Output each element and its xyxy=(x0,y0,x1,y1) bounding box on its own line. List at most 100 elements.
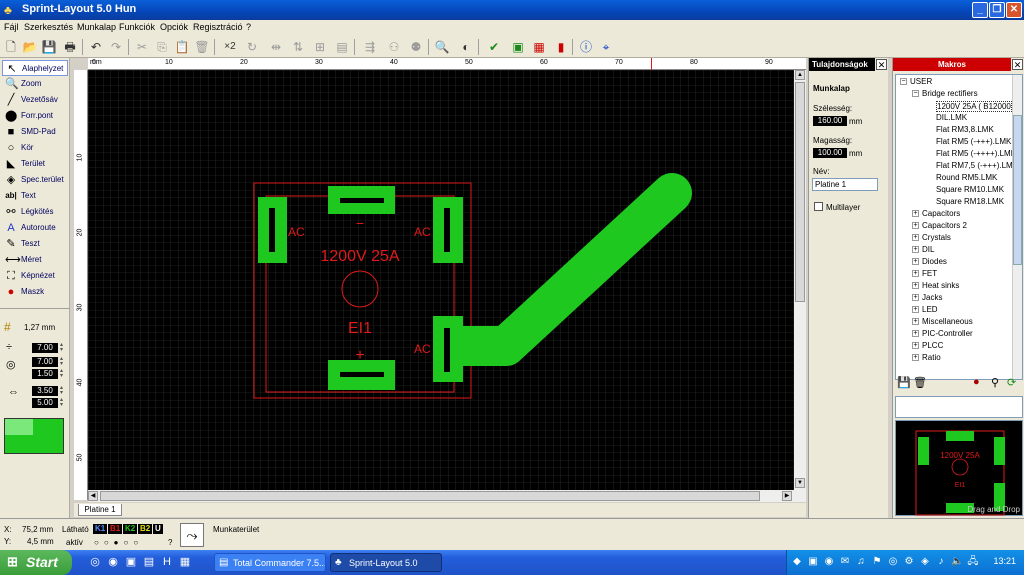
tree-folder[interactable]: Crystals xyxy=(922,233,951,242)
tray-icon[interactable]: ⚑ xyxy=(871,556,883,568)
menu-functions[interactable]: Funkciók xyxy=(119,22,155,32)
tray-icon[interactable]: ◎ xyxy=(887,556,899,568)
grid-icon[interactable]: # xyxy=(4,320,11,334)
tray-icon[interactable]: ◆ xyxy=(791,556,803,568)
horizontal-scrollbar[interactable]: ◀ ▶ xyxy=(88,490,806,502)
minimize-button[interactable]: _ xyxy=(972,2,988,18)
tree-file[interactable]: Flat RM3,8.LMK xyxy=(936,125,994,134)
align-icon[interactable]: ⊞ xyxy=(312,39,328,55)
start-button[interactable]: ⊞ Start xyxy=(0,550,72,575)
network-icon[interactable]: 🖧 xyxy=(967,556,979,568)
tree-file[interactable]: Flat RM7,5 (-+++).LMK xyxy=(936,161,1018,170)
tool-select[interactable]: ↖ Alaphelyzet xyxy=(2,60,68,76)
quicklaunch-desktop-icon[interactable]: ▦ xyxy=(178,555,192,569)
tray-icon[interactable]: ⚙ xyxy=(903,556,915,568)
tool-track[interactable]: ╱ Vezetősáv xyxy=(2,92,68,108)
pcb-layout[interactable]: 1200V 25A EI1 AC AC AC − + xyxy=(88,70,794,490)
tree-folder[interactable]: Ratio xyxy=(922,353,941,362)
tree-folder[interactable]: PLCC xyxy=(922,341,943,350)
smd-width-field[interactable]: 3.50 xyxy=(32,386,58,396)
properties-close-icon[interactable]: ✕ xyxy=(876,59,887,70)
tray-icon[interactable]: ♫ xyxy=(855,556,867,568)
drc-icon[interactable]: ✔ xyxy=(486,39,502,55)
menu-registration[interactable]: Regisztráció xyxy=(193,22,243,32)
height-field[interactable]: 100.00 xyxy=(813,148,847,158)
tree-file[interactable]: Round RM5.LMK xyxy=(936,173,997,182)
ungroup-icon[interactable]: ⚉ xyxy=(408,39,424,55)
sidebar-toggle-icon[interactable]: ▦ xyxy=(531,39,547,55)
menu-edit[interactable]: Szerkesztés xyxy=(24,22,73,32)
tree-folder[interactable]: FET xyxy=(922,269,937,278)
layer-b2[interactable]: B2 xyxy=(138,524,153,534)
macro-delete-icon[interactable]: 🗑 xyxy=(913,376,927,389)
paste-icon[interactable]: 📋 xyxy=(174,39,190,55)
macros-close-icon[interactable]: ✕ xyxy=(1012,59,1023,70)
tool-test[interactable]: ✎ Teszt xyxy=(2,236,68,252)
pcb-canvas[interactable]: 1200V 25A EI1 AC AC AC − + xyxy=(88,70,794,490)
tray-icon[interactable]: ▣ xyxy=(807,556,819,568)
tool-smd-pad[interactable]: ■ SMD-Pad xyxy=(2,124,68,140)
tray-icon[interactable]: ♪ xyxy=(935,556,947,568)
tree-folder[interactable]: Heat sinks xyxy=(922,281,959,290)
tree-file[interactable]: Flat RM5 (-++++).LMK xyxy=(936,149,1016,158)
copper-color-swatch[interactable] xyxy=(4,418,64,454)
layer-k2[interactable]: K2 xyxy=(123,524,138,534)
close-button[interactable]: ✕ xyxy=(1006,2,1022,18)
group-icon-2[interactable]: ⚇ xyxy=(386,39,402,55)
tree-folder[interactable]: Jacks xyxy=(922,293,942,302)
menu-help[interactable]: ? xyxy=(246,22,251,32)
tray-icon[interactable]: ✉ xyxy=(839,556,851,568)
multilayer-checkbox[interactable] xyxy=(814,202,823,211)
open-folder-icon[interactable]: 📂 xyxy=(22,39,38,55)
track-width-field[interactable]: 7.00 xyxy=(32,343,58,353)
rotate-icon[interactable]: ↻ xyxy=(244,39,260,55)
tool-airwire[interactable]: ⚯ Légkötés xyxy=(2,204,68,220)
smd-height-spinner[interactable]: ▴ ▾ xyxy=(60,397,65,408)
layer-k1[interactable]: K1 xyxy=(93,524,108,534)
tool-text[interactable]: ab| Text xyxy=(2,188,68,204)
pad-outer-field[interactable]: 7.00 xyxy=(32,357,58,367)
macro-filter-icon[interactable]: ⚲ xyxy=(991,376,999,389)
tree-file[interactable]: Flat RM5 (-+++).LMK xyxy=(936,137,1011,146)
tray-icon[interactable]: ◉ xyxy=(823,556,835,568)
maximize-button[interactable]: ❐ xyxy=(989,2,1005,18)
mirror-horizontal-icon[interactable]: ⇹ xyxy=(268,39,284,55)
menu-file[interactable]: Fájl xyxy=(4,22,19,32)
clock[interactable]: 13:21 xyxy=(993,556,1016,566)
tree-folder[interactable]: Capacitors 2 xyxy=(922,221,967,230)
tool-pad[interactable]: ⬤ Forr.pont xyxy=(2,108,68,124)
volume-icon[interactable]: 🔈 xyxy=(951,556,963,568)
tool-measure[interactable]: ⟷ Méret xyxy=(2,252,68,268)
tree-folder[interactable]: LED xyxy=(922,305,938,314)
tool-zone[interactable]: ◣ Terület xyxy=(2,156,68,172)
tool-mask[interactable]: ● Maszk xyxy=(2,284,68,300)
view-mode-icon[interactable]: ⤳ xyxy=(180,523,204,547)
tree-folder-bridge-rectifiers[interactable]: Bridge rectifiers xyxy=(922,89,978,98)
quicklaunch-media-icon[interactable]: ▣ xyxy=(124,555,138,569)
tool-autoroute[interactable]: A Autoroute xyxy=(2,220,68,236)
info-icon[interactable]: ⓘ xyxy=(578,39,594,55)
horizontal-scroll-thumb[interactable] xyxy=(100,491,760,501)
width-field[interactable]: 160.00 xyxy=(813,116,847,126)
vertical-scroll-thumb[interactable] xyxy=(795,82,805,302)
redo-icon[interactable]: ↷ xyxy=(108,39,124,55)
quicklaunch-explorer-icon[interactable]: ◎ xyxy=(88,555,102,569)
menu-options[interactable]: Opciók xyxy=(160,22,188,32)
quicklaunch-disk-icon[interactable]: ▤ xyxy=(142,555,156,569)
tool-photoview[interactable]: ⛶ Képnézet xyxy=(2,268,68,284)
macro-save-icon[interactable]: 💾 xyxy=(897,376,911,389)
macro-search-field[interactable] xyxy=(895,396,1023,418)
tree-scrollbar[interactable] xyxy=(1012,75,1022,379)
pad-inner-field[interactable]: 1.50 xyxy=(32,369,58,379)
components-icon[interactable]: ▮ xyxy=(553,39,569,55)
delete-icon[interactable]: 🗑 xyxy=(194,39,210,55)
tray-icon[interactable]: ◈ xyxy=(919,556,931,568)
macro-preview[interactable]: 1200V 25A EI1 Drag and Drop xyxy=(895,420,1023,516)
active-layer-help-icon[interactable]: ? xyxy=(168,538,172,547)
active-layer-radios[interactable]: ○○●○○ xyxy=(94,538,143,547)
tree-node-user[interactable]: USER xyxy=(910,77,932,86)
layer-u[interactable]: U xyxy=(153,524,163,534)
menu-worksheet[interactable]: Munkalap xyxy=(77,22,116,32)
smd-width-spinner[interactable]: ▴ ▾ xyxy=(60,385,65,396)
tree-folder[interactable]: DIL xyxy=(922,245,934,254)
